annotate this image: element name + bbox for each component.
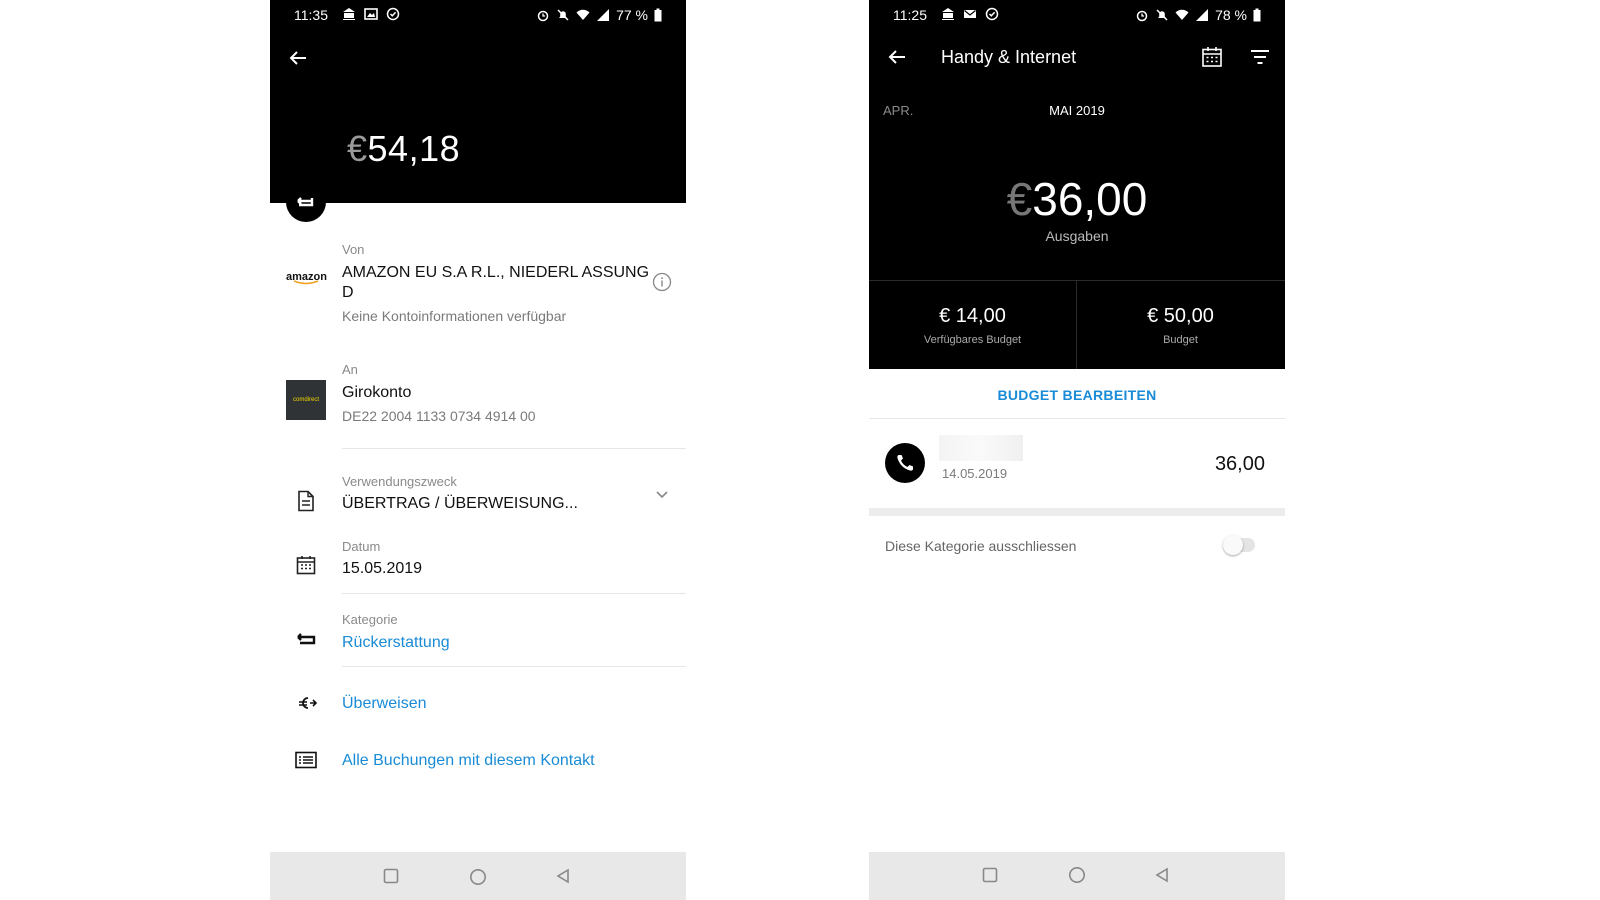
mute-bell-icon [1156, 9, 1168, 21]
back-nav-icon[interactable] [555, 868, 571, 884]
divider [342, 448, 686, 449]
all-bookings-link[interactable]: Alle Buchungen mit diesem Kontakt [342, 752, 595, 770]
list-icon [295, 751, 317, 769]
available-budget: € 14,00 Verfügbares Budget [869, 281, 1076, 369]
wifi-icon [1175, 9, 1189, 20]
back-nav-icon[interactable] [1154, 867, 1170, 883]
total-budget-value: € 50,00 [1147, 305, 1214, 327]
alarm-icon [1136, 10, 1148, 22]
date-value: 15.05.2019 [342, 560, 423, 577]
current-month-tab[interactable]: MAI 2019 [869, 103, 1285, 118]
recipient-name: Girokonto [342, 384, 412, 401]
category-label: Kategorie [342, 612, 398, 627]
divider [869, 418, 1285, 419]
battery-icon [1253, 8, 1261, 22]
bank-notification-icon [942, 8, 954, 20]
exclude-category-toggle[interactable] [1223, 535, 1255, 555]
euro-transfer-icon [299, 697, 318, 709]
refund-icon [297, 197, 314, 207]
spend-label: Ausgaben [1045, 228, 1109, 244]
signal-icon [1196, 9, 1209, 21]
status-bar: 11:35 77 % [270, 0, 686, 30]
battery-icon [654, 8, 662, 22]
system-nav-bar [270, 852, 686, 900]
image-notification-icon [364, 8, 378, 20]
total-budget-label: Budget [1163, 334, 1198, 346]
comdirect-logo: comdirect [286, 380, 326, 420]
amount-header [270, 0, 686, 203]
document-icon [298, 490, 314, 512]
transaction-date: 14.05.2019 [942, 466, 1008, 481]
budget-category-screen: 11:25 78 % Handy & Internet APR. MAI 201… [869, 0, 1285, 900]
recents-icon[interactable] [982, 867, 998, 883]
recipient-iban: DE22 2004 1133 0734 4914 00 [342, 408, 536, 424]
available-budget-label: Verfügbares Budget [923, 334, 1022, 346]
spend-amount: €36,00 [1006, 173, 1148, 225]
edit-budget-button[interactable]: BUDGET BEARBEITEN [869, 387, 1285, 403]
purpose-label: Verwendungszweck [342, 474, 457, 489]
check-circle-icon [386, 7, 400, 21]
date-label: Datum [342, 539, 381, 554]
category-link[interactable]: Rückerstattung [342, 634, 450, 652]
status-time: 11:35 [294, 7, 328, 23]
calendar-icon[interactable] [1201, 46, 1223, 68]
home-icon[interactable] [469, 868, 487, 886]
signal-icon [597, 9, 610, 21]
chevron-down-icon[interactable] [654, 490, 670, 500]
sender-name: AMAZON EU S.A R.L., NIEDERL ASSUNG [342, 264, 650, 281]
to-label: An [342, 362, 358, 377]
recents-icon[interactable] [383, 868, 399, 884]
from-label: Von [342, 242, 365, 257]
sender-name-continued: D [342, 284, 354, 301]
amazon-smile-icon [293, 280, 319, 285]
bank-notification-icon [343, 8, 355, 20]
transaction-amount[interactable]: 36,00 [1215, 453, 1265, 476]
home-icon[interactable] [1068, 866, 1086, 884]
alarm-icon [537, 10, 549, 22]
back-arrow-icon[interactable] [885, 45, 909, 69]
total-budget: € 50,00 Budget [1077, 281, 1284, 369]
purpose-value[interactable]: ÜBERTRAG / ÜBERWEISUNG... [342, 495, 578, 513]
info-icon[interactable] [652, 272, 672, 292]
check-circle-icon [985, 7, 999, 21]
phone-icon [897, 455, 913, 471]
wifi-icon [576, 9, 590, 20]
calendar-icon [296, 556, 316, 575]
refund-icon [297, 633, 316, 645]
category-avatar [885, 443, 925, 483]
transaction-name-redacted [939, 435, 1023, 461]
status-bar: 11:25 78 % [869, 0, 1285, 30]
category-badge [286, 182, 326, 222]
divider [342, 666, 686, 667]
divider [342, 593, 686, 594]
battery-percent: 77 % [616, 7, 648, 23]
sender-account-info: Keine Kontoinformationen verfügbar [342, 308, 567, 324]
available-budget-value: € 14,00 [939, 305, 1006, 327]
mail-notification-icon [964, 10, 976, 18]
filter-icon[interactable] [1249, 48, 1271, 66]
battery-percent: 78 % [1215, 7, 1247, 23]
mute-bell-icon [557, 9, 569, 21]
back-arrow-icon[interactable] [286, 46, 310, 70]
exclude-category-label: Diese Kategorie ausschliessen [885, 538, 1077, 554]
transaction-detail-screen: 11:35 77 % €54,18 amazon Von AMAZON EU S… [270, 0, 686, 900]
page-title: Handy & Internet [941, 47, 1077, 67]
toggle-knob [1223, 535, 1243, 555]
system-nav-bar [869, 852, 1285, 900]
section-separator [869, 508, 1285, 516]
transfer-link[interactable]: Überweisen [342, 695, 426, 713]
status-time: 11:25 [893, 7, 927, 23]
transaction-amount: €54,18 [347, 128, 461, 169]
